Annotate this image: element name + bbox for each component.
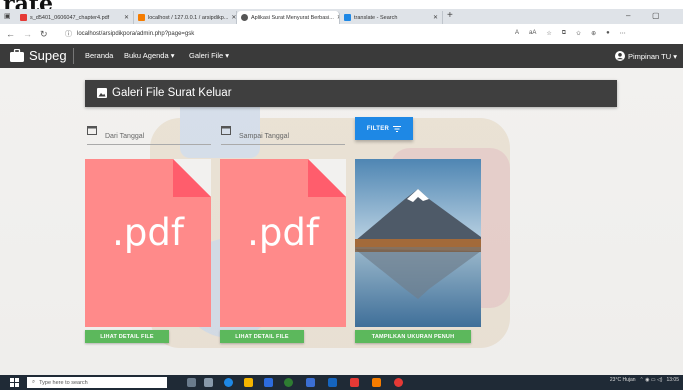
restore-button[interactable]: ▢ — [652, 11, 660, 20]
settings-more-icon[interactable]: ⋯ — [620, 30, 626, 37]
reload-icon[interactable]: ↻ — [40, 29, 48, 39]
user-menu[interactable]: Pimpinan TU ▾ — [614, 51, 677, 61]
windows-taskbar: ⌕ Type here to search 23°C Hujan ⌃ ◉ ▭ ◁… — [0, 375, 683, 390]
back-arrow-icon[interactable]: ← — [6, 29, 15, 39]
user-avatar-icon — [614, 51, 625, 61]
brand-divider — [73, 48, 74, 64]
browser-tab-strip: ▣ s_d5401_0606047_chapter4.pdf ✕ localho… — [0, 9, 683, 24]
brand-name: Supeg — [29, 48, 67, 63]
pdf-thumbnail[interactable]: .pdf — [220, 159, 346, 327]
phpmyadmin-favicon-icon — [138, 14, 145, 21]
nav-buku-agenda[interactable]: Buku Agenda ▾ — [124, 51, 174, 60]
favorite-star-icon[interactable]: ☆ — [546, 30, 551, 37]
view-file-detail-button[interactable]: LIHAT DETAIL FILE — [85, 330, 169, 343]
filter-lines-icon — [393, 125, 402, 132]
new-tab-button[interactable]: + — [447, 10, 453, 21]
filter-button-label: FILTER — [366, 125, 390, 132]
close-tab-icon[interactable]: ✕ — [433, 14, 438, 21]
vscode-icon[interactable] — [328, 378, 337, 387]
tab-translate[interactable]: translate - Search ✕ — [340, 11, 443, 24]
pdf-favicon-icon — [20, 14, 27, 21]
tab-label: translate - Search — [354, 14, 398, 21]
edge-icon[interactable] — [224, 378, 233, 387]
window-menu-icon[interactable]: ▣ — [4, 12, 11, 20]
image-icon — [97, 88, 107, 98]
app-favicon-icon — [241, 14, 248, 21]
read-aloud-icon[interactable]: A — [515, 30, 519, 37]
page-header-card: Galeri File Surat Keluar — [85, 80, 617, 107]
pdf-thumbnail[interactable]: .pdf — [85, 159, 211, 327]
tab-aplikasi[interactable]: Aplikasi Surat Menyurat Berbasi... ✕ — [237, 11, 340, 24]
date-to-placeholder: Sampai Tanggal — [239, 133, 290, 140]
page-title-text: Galeri File Surat Keluar — [112, 87, 232, 99]
windows-start-icon[interactable] — [10, 378, 19, 387]
widgets-icon[interactable] — [204, 378, 213, 387]
collections-icon[interactable]: ⊕ — [591, 30, 596, 37]
favorites-icon[interactable]: ✩ — [576, 30, 581, 37]
date-to-field[interactable]: Sampai Tanggal — [221, 124, 345, 145]
file-explorer-icon[interactable] — [244, 378, 253, 387]
search-placeholder: Type here to search — [39, 379, 88, 386]
brand[interactable]: Supeg — [10, 48, 67, 63]
store-icon[interactable] — [264, 378, 273, 387]
task-view-icon[interactable] — [187, 378, 196, 387]
cropped-caption: rate — [0, 0, 683, 17]
close-tab-icon[interactable]: ✕ — [124, 14, 129, 21]
profile-icon[interactable]: ● — [606, 30, 610, 37]
extensions-icon[interactable]: ⧉ — [562, 30, 566, 37]
date-from-placeholder: Dari Tanggal — [105, 133, 145, 140]
tab-label: localhost / 127.0.0.1 / arsipdikp... — [148, 14, 229, 21]
url-text: localhost/arsipdikpora/admin.php?page=gs… — [77, 31, 195, 37]
minimize-button[interactable]: – — [626, 11, 630, 20]
system-tray: 23°C Hujan ⌃ ◉ ▭ ◁) 13:05 — [610, 377, 679, 383]
clock-text[interactable]: 13:05 — [666, 377, 679, 383]
tab-pdf[interactable]: s_d5401_0606047_chapter4.pdf ✕ — [16, 11, 134, 24]
bing-favicon-icon — [344, 14, 351, 21]
user-name: Pimpinan TU ▾ — [627, 51, 677, 61]
file-extension: .pdf — [112, 211, 184, 254]
chrome-icon[interactable] — [394, 378, 403, 387]
briefcase-icon — [10, 49, 24, 62]
tab-label: s_d5401_0606047_chapter4.pdf — [30, 14, 110, 21]
image-thumbnail[interactable] — [355, 159, 481, 327]
weather-text[interactable]: 23°C Hujan — [610, 377, 636, 383]
view-file-detail-button[interactable]: LIHAT DETAIL FILE — [220, 330, 304, 343]
xampp-icon[interactable] — [372, 378, 381, 387]
search-icon: ⌕ — [32, 379, 36, 385]
word-icon[interactable] — [306, 378, 315, 387]
app-navbar: Supeg Beranda Buku Agenda ▾ Galeri File … — [0, 44, 683, 68]
close-tab-icon[interactable]: ✕ — [231, 14, 236, 21]
forward-arrow-icon[interactable]: → — [23, 29, 32, 39]
nav-beranda[interactable]: Beranda — [85, 51, 113, 60]
browser-toolbar: ← → ↻ ⓘ localhost/arsipdikpora/admin.php… — [0, 24, 683, 45]
tray-icons[interactable]: ⌃ ◉ ▭ ◁) — [640, 377, 663, 383]
show-full-size-button[interactable]: TAMPILKAN UKURAN PENUH — [355, 330, 471, 343]
pdf-reader-icon[interactable] — [350, 378, 359, 387]
calendar-icon — [221, 126, 231, 135]
translate-icon[interactable]: aA — [529, 30, 536, 37]
page-title: Galeri File Surat Keluar — [97, 87, 232, 99]
nav-galeri-file[interactable]: Galeri File ▾ — [189, 51, 229, 60]
tab-phpmyadmin[interactable]: localhost / 127.0.0.1 / arsipdikp... ✕ — [134, 11, 237, 24]
browser-actions: A aA ☆ ⧉ ✩ ⊕ ● ⋯ — [515, 30, 626, 37]
filter-button[interactable]: FILTER — [355, 117, 413, 140]
taskbar-search[interactable]: ⌕ Type here to search — [27, 377, 167, 388]
calendar-icon — [87, 126, 97, 135]
mountain-lake-photo — [355, 159, 481, 327]
whatsapp-icon[interactable] — [284, 378, 293, 387]
file-extension: .pdf — [247, 211, 319, 254]
address-bar[interactable]: ⓘ localhost/arsipdikpora/admin.php?page=… — [65, 28, 585, 40]
date-from-field[interactable]: Dari Tanggal — [87, 124, 211, 145]
tab-label: Aplikasi Surat Menyurat Berbasi... — [251, 14, 334, 21]
info-icon: ⓘ — [65, 31, 72, 38]
